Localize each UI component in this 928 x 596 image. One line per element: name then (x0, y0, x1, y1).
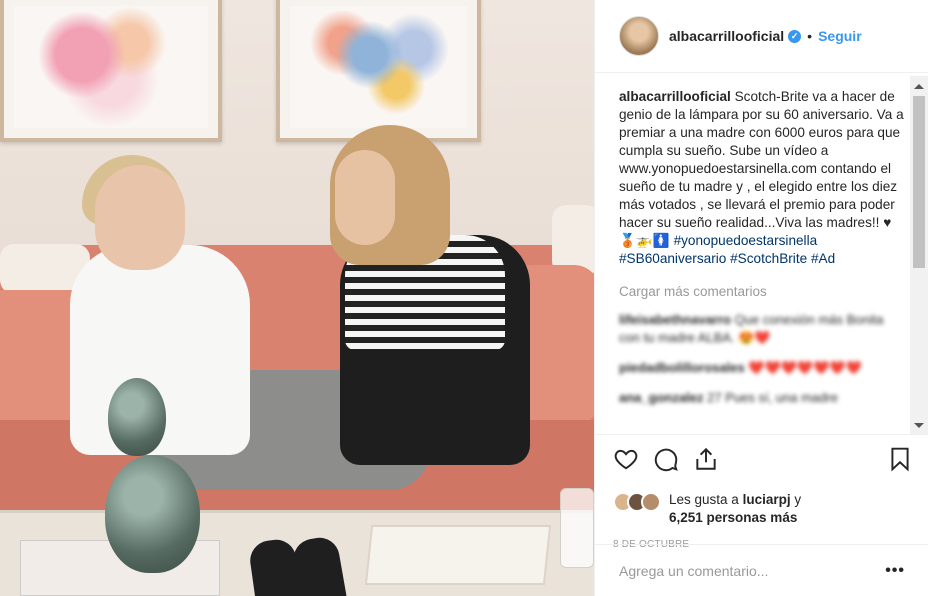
candle-glass (560, 488, 594, 568)
follow-button[interactable]: Seguir (818, 28, 862, 44)
hashtag[interactable]: #ScotchBrite (730, 251, 807, 266)
liker-username[interactable]: luciarpj (743, 492, 791, 507)
comments-list: albacarrillooficial Scotch-Brite va a ha… (595, 74, 928, 434)
comment-icon[interactable] (653, 446, 679, 472)
likes-others[interactable]: 6,251 personas más (669, 510, 797, 525)
avatar[interactable] (619, 16, 659, 56)
comment-text: ❤️❤️❤️❤️❤️❤️❤️ (748, 360, 862, 375)
header-username[interactable]: albacarrillooficial (669, 28, 784, 44)
action-icons (613, 445, 913, 473)
instagram-post: albacarrillooficial ✓ • Seguir albacarri… (0, 0, 928, 596)
avatar (641, 492, 661, 512)
caption-username[interactable]: albacarrillooficial (619, 89, 731, 104)
painting-left (0, 0, 222, 142)
comment-username[interactable]: piedadbolillorosales (619, 360, 745, 375)
comment-input[interactable] (619, 562, 886, 579)
load-more-comments-button[interactable]: Cargar más comentarios (619, 284, 905, 299)
post-sidebar: albacarrillooficial ✓ • Seguir albacarri… (594, 0, 928, 596)
verified-icon: ✓ (788, 29, 802, 43)
share-icon[interactable] (693, 446, 719, 472)
tray (364, 525, 552, 585)
comment-item: ana_gonzalez 27 Pues sí, una madre (619, 389, 905, 407)
separator-dot: • (807, 28, 813, 44)
hashtag[interactable]: #yonopuedoestarsinella (674, 233, 818, 248)
scrollbar-thumb[interactable] (913, 96, 925, 268)
liker-avatars (613, 492, 661, 512)
stone-egg-top (108, 378, 166, 456)
heart-icon[interactable] (613, 446, 639, 472)
scroll-up-arrow-icon[interactable] (914, 84, 924, 89)
post-actions: Les gusta a luciarpj y 6,251 personas má… (595, 434, 928, 550)
likes-count: Les gusta a luciarpj y 6,251 personas má… (669, 492, 802, 525)
add-comment-bar: ••• (595, 544, 928, 596)
painting-right (276, 0, 481, 142)
comments-scrollbar[interactable] (910, 76, 928, 434)
caption: albacarrillooficial Scotch-Brite va a ha… (619, 88, 905, 268)
comment-username[interactable]: lifeisabethnavarro (619, 312, 731, 327)
stone-egg-bottom (105, 455, 200, 573)
comment-text: 27 Pues sí, una madre (707, 390, 838, 405)
person-left-head (95, 165, 185, 270)
post-header: albacarrillooficial ✓ • Seguir (595, 0, 928, 73)
post-video[interactable] (0, 0, 594, 596)
likes-row: Les gusta a luciarpj y 6,251 personas má… (613, 491, 913, 527)
scroll-down-arrow-icon[interactable] (914, 423, 924, 428)
comment-username[interactable]: ana_gonzalez (619, 390, 704, 405)
comment-item: piedadbolillorosales ❤️❤️❤️❤️❤️❤️❤️ (619, 359, 905, 377)
caption-text: Scotch-Brite va a hacer de genio de la l… (619, 89, 904, 248)
hashtag[interactable]: #SB60aniversario (619, 251, 726, 266)
bookmark-icon[interactable] (887, 446, 913, 472)
hashtag[interactable]: #Ad (811, 251, 835, 266)
person-right-face (335, 150, 395, 245)
comment-item: lifeisabethnavarro Que conexión más Boni… (619, 311, 905, 347)
more-options-button[interactable]: ••• (885, 562, 905, 580)
